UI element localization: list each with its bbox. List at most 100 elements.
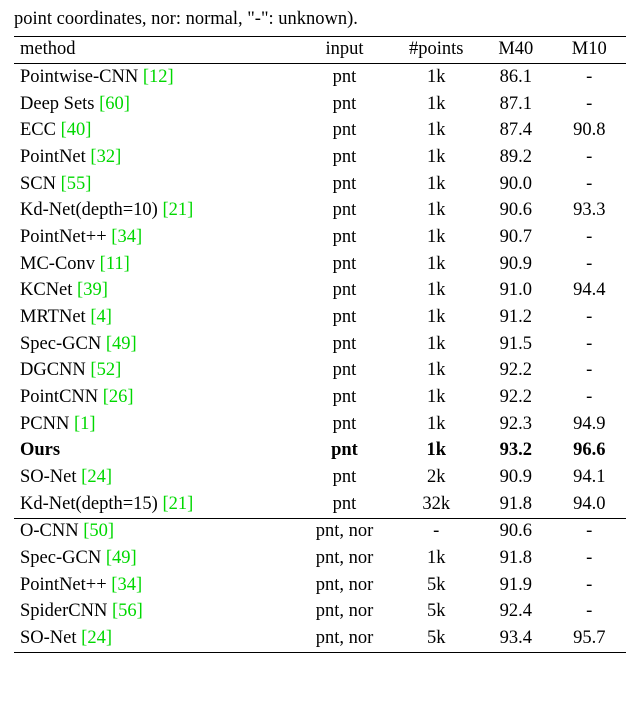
method-name: Pointwise-CNN xyxy=(20,67,143,87)
citation-link[interactable]: [34] xyxy=(111,227,142,247)
method-name: Kd-Net(depth=15) xyxy=(20,494,162,514)
table-row: MRTNet [4]pnt1k91.2- xyxy=(14,304,626,331)
cell-method: MRTNet [4] xyxy=(14,304,296,331)
cell-points: 1k xyxy=(393,278,479,305)
citation-link[interactable]: [39] xyxy=(77,280,108,300)
cell-m40: 91.5 xyxy=(479,331,552,358)
cell-points: 1k xyxy=(393,91,479,118)
citation-link[interactable]: [56] xyxy=(112,601,143,621)
table-row: Kd-Net(depth=10) [21]pnt1k90.693.3 xyxy=(14,198,626,225)
citation-link[interactable]: [32] xyxy=(90,147,121,167)
cell-m40: 90.9 xyxy=(479,251,552,278)
cell-points: 1k xyxy=(393,198,479,225)
citation-link[interactable]: [24] xyxy=(81,628,112,648)
method-name: PointNet++ xyxy=(20,575,111,595)
cell-m10: - xyxy=(553,64,626,91)
table-row: PointNet++ [34]pnt1k90.7- xyxy=(14,224,626,251)
method-name: Spec-GCN xyxy=(20,334,106,354)
method-name: DGCNN xyxy=(20,360,90,380)
method-name: PointNet xyxy=(20,147,90,167)
cell-input: pnt, nor xyxy=(296,518,394,545)
cell-input: pnt xyxy=(296,304,394,331)
citation-link[interactable]: [52] xyxy=(90,360,121,380)
table-row: O-CNN [50]pnt, nor-90.6- xyxy=(14,518,626,545)
cell-method: Ours xyxy=(14,438,296,465)
cell-input: pnt, nor xyxy=(296,599,394,626)
cell-m10: 93.3 xyxy=(553,198,626,225)
cell-method: Kd-Net(depth=10) [21] xyxy=(14,198,296,225)
col-header-points: #points xyxy=(393,36,479,64)
cell-input: pnt, nor xyxy=(296,572,394,599)
cell-m40: 92.3 xyxy=(479,411,552,438)
cell-input: pnt xyxy=(296,384,394,411)
citation-link[interactable]: [40] xyxy=(61,120,92,140)
citation-link[interactable]: [12] xyxy=(143,67,174,87)
cell-method: Spec-GCN [49] xyxy=(14,545,296,572)
table-row: PointNet [32]pnt1k89.2- xyxy=(14,144,626,171)
cell-m40: 90.7 xyxy=(479,224,552,251)
col-header-input: input xyxy=(296,36,394,64)
citation-link[interactable]: [4] xyxy=(90,307,112,327)
cell-points: 32k xyxy=(393,491,479,518)
method-name: KCNet xyxy=(20,280,77,300)
cell-method: PointNet++ [34] xyxy=(14,572,296,599)
cell-m40: 91.9 xyxy=(479,572,552,599)
cell-points: 5k xyxy=(393,625,479,652)
cell-method: Kd-Net(depth=15) [21] xyxy=(14,491,296,518)
col-header-m10: M10 xyxy=(553,36,626,64)
cell-method: PCNN [1] xyxy=(14,411,296,438)
cell-input: pnt xyxy=(296,118,394,145)
citation-link[interactable]: [11] xyxy=(100,254,130,274)
citation-link[interactable]: [21] xyxy=(162,200,193,220)
cell-m10: - xyxy=(553,224,626,251)
cell-method: Deep Sets [60] xyxy=(14,91,296,118)
cell-m40: 92.4 xyxy=(479,599,552,626)
cell-points: 1k xyxy=(393,224,479,251)
citation-link[interactable]: [50] xyxy=(83,521,114,541)
cell-input: pnt xyxy=(296,411,394,438)
cell-m40: 91.0 xyxy=(479,278,552,305)
col-header-m40: M40 xyxy=(479,36,552,64)
cell-m10: 94.0 xyxy=(553,491,626,518)
table-row: SpiderCNN [56]pnt, nor5k92.4- xyxy=(14,599,626,626)
cell-m10: - xyxy=(553,518,626,545)
cell-m10: 90.8 xyxy=(553,118,626,145)
cell-method: Pointwise-CNN [12] xyxy=(14,64,296,91)
cell-method: PointNet [32] xyxy=(14,144,296,171)
cell-m40: 90.9 xyxy=(479,464,552,491)
cell-input: pnt xyxy=(296,358,394,385)
method-name: Kd-Net(depth=10) xyxy=(20,200,162,220)
cell-points: 1k xyxy=(393,251,479,278)
citation-link[interactable]: [26] xyxy=(103,387,134,407)
cell-m40: 89.2 xyxy=(479,144,552,171)
citation-link[interactable]: [24] xyxy=(81,467,112,487)
cell-points: - xyxy=(393,518,479,545)
cell-m10: - xyxy=(553,545,626,572)
cell-points: 1k xyxy=(393,64,479,91)
method-name: SO-Net xyxy=(20,467,81,487)
cell-m10: 95.7 xyxy=(553,625,626,652)
cell-method: Spec-GCN [49] xyxy=(14,331,296,358)
citation-link[interactable]: [55] xyxy=(61,174,92,194)
cell-input: pnt xyxy=(296,331,394,358)
cell-m40: 90.0 xyxy=(479,171,552,198)
cell-m40: 92.2 xyxy=(479,384,552,411)
citation-link[interactable]: [49] xyxy=(106,334,137,354)
cell-m10: - xyxy=(553,358,626,385)
citation-link[interactable]: [1] xyxy=(74,414,96,434)
cell-m40: 91.8 xyxy=(479,545,552,572)
cell-m40: 92.2 xyxy=(479,358,552,385)
method-name: SO-Net xyxy=(20,628,81,648)
cell-m40: 91.2 xyxy=(479,304,552,331)
cell-m10: - xyxy=(553,251,626,278)
citation-link[interactable]: [60] xyxy=(99,94,130,114)
citation-link[interactable]: [49] xyxy=(106,548,137,568)
citation-link[interactable]: [34] xyxy=(111,575,142,595)
cell-m40: 87.1 xyxy=(479,91,552,118)
cell-m40: 86.1 xyxy=(479,64,552,91)
cell-input: pnt xyxy=(296,64,394,91)
cell-m10: - xyxy=(553,384,626,411)
table-caption-fragment: point coordinates, nor: normal, "-": unk… xyxy=(14,8,626,32)
table-row: Pointwise-CNN [12]pnt1k86.1- xyxy=(14,64,626,91)
citation-link[interactable]: [21] xyxy=(162,494,193,514)
